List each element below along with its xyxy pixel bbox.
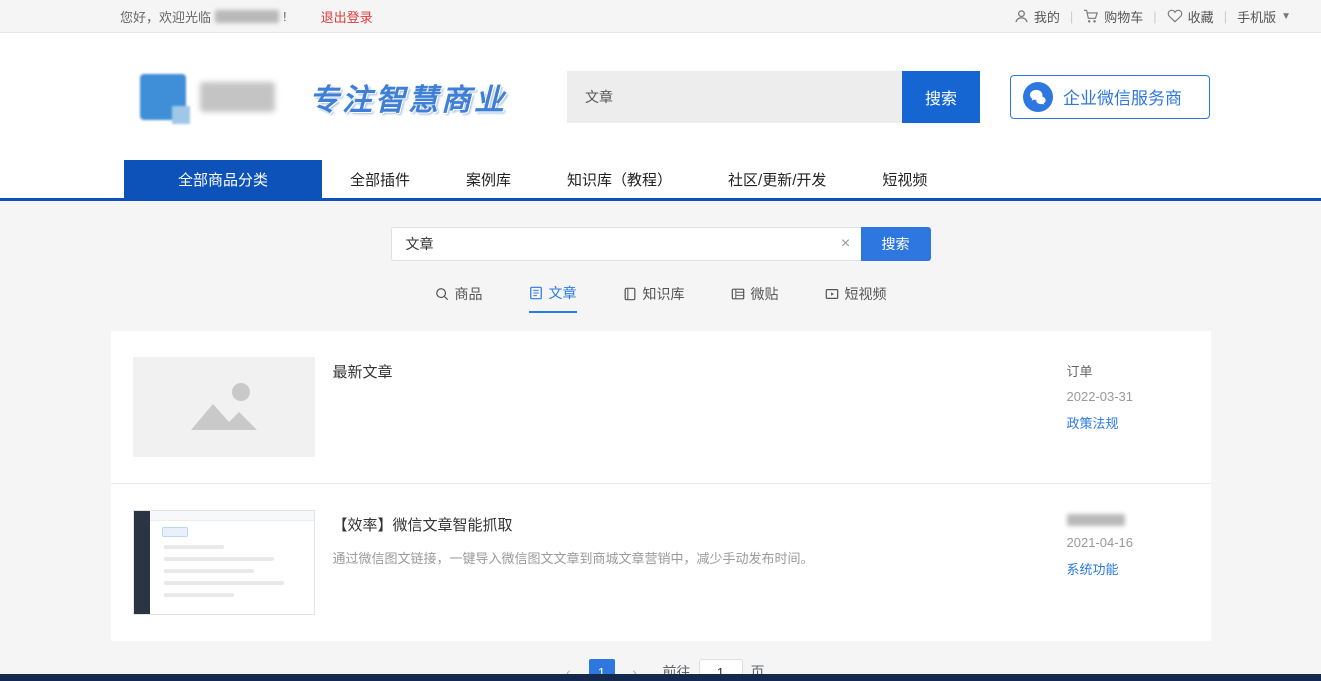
result-category-link[interactable]: 系统功能 <box>1067 559 1187 578</box>
greeting-text: 您好，欢迎光临 <box>120 7 211 26</box>
search-input[interactable] <box>392 236 831 252</box>
mobile-version-link[interactable]: 手机版 ▼ <box>1237 7 1291 26</box>
tab-knowledge[interactable]: 知识库 <box>623 283 685 313</box>
placeholder-image-icon <box>133 357 315 457</box>
logout-link[interactable]: 退出登录 <box>321 7 373 26</box>
nav-item-community[interactable]: 社区/更新/开发 <box>700 160 854 198</box>
cart-link[interactable]: 购物车 <box>1083 7 1143 26</box>
result-thumbnail <box>133 510 315 615</box>
thumb-line <box>164 569 254 573</box>
logo-text-blurred <box>200 82 275 112</box>
results-card: 最新文章 订单 2022-03-31 政策法规 【效率】微 <box>111 331 1211 641</box>
logo[interactable] <box>140 74 275 120</box>
result-category-link[interactable]: 政策法规 <box>1067 413 1187 432</box>
result-meta: 订单 2022-03-31 政策法规 <box>1067 357 1187 457</box>
result-date: 2021-04-16 <box>1067 535 1187 550</box>
nav-item-video[interactable]: 短视频 <box>854 160 955 198</box>
nav-item-cases[interactable]: 案例库 <box>438 160 539 198</box>
my-account-label: 我的 <box>1034 7 1060 26</box>
wechat-service-label: 企业微信服务商 <box>1063 84 1182 109</box>
mobile-version-label: 手机版 <box>1237 7 1276 26</box>
tab-articles-label: 文章 <box>549 283 577 303</box>
cart-icon <box>1083 9 1099 24</box>
article-icon <box>529 286 543 300</box>
nav-item-knowledge[interactable]: 知识库（教程） <box>539 160 700 198</box>
logo-mark-blurred <box>140 74 186 120</box>
result-title[interactable]: 【效率】微信文章智能抓取 <box>333 514 1047 535</box>
thumb-sidebar <box>134 511 150 614</box>
greeting-suffix: ! <box>283 9 287 24</box>
nav-item-plugins[interactable]: 全部插件 <box>322 160 438 198</box>
topbar-links: 我的 | 购物车 | 收藏 | 手机版 ▼ <box>1014 7 1291 26</box>
thumb-line <box>164 593 234 597</box>
clear-icon[interactable]: × <box>831 235 861 253</box>
main-nav: 全部商品分类 全部插件 案例库 知识库（教程） 社区/更新/开发 短视频 <box>0 160 1321 201</box>
site-header: 专注智慧商业 搜索 企业微信服务商 <box>0 33 1321 160</box>
user-icon <box>1014 9 1029 24</box>
cart-label: 购物车 <box>1104 7 1143 26</box>
tab-goods[interactable]: 商品 <box>435 283 483 313</box>
result-row[interactable]: 【效率】微信文章智能抓取 通过微信图文链接，一键导入微信图文文章到商城文章营销中… <box>111 483 1211 641</box>
result-meta-blurred <box>1067 514 1125 526</box>
result-meta-label: 订单 <box>1067 361 1187 380</box>
thumb-line <box>164 545 224 549</box>
thumb-line <box>164 557 274 561</box>
username-blurred <box>215 10 279 23</box>
grid-icon <box>731 287 745 301</box>
nav-item-all-categories[interactable]: 全部商品分类 <box>124 160 322 198</box>
tab-goods-label: 商品 <box>455 284 483 304</box>
chevron-down-icon: ▼ <box>1281 11 1291 22</box>
header-search: 搜索 <box>567 71 980 123</box>
separator: | <box>1153 9 1156 24</box>
separator: | <box>1070 9 1073 24</box>
heart-icon <box>1167 9 1183 23</box>
favorites-link[interactable]: 收藏 <box>1167 7 1214 26</box>
tab-posts[interactable]: 微贴 <box>731 283 779 313</box>
my-account-link[interactable]: 我的 <box>1014 7 1060 26</box>
result-tabs: 商品 文章 知识库 微贴 短视频 <box>0 283 1321 313</box>
result-meta: 2021-04-16 系统功能 <box>1067 510 1187 615</box>
result-title[interactable]: 最新文章 <box>333 361 1047 382</box>
tab-knowledge-label: 知识库 <box>643 284 685 304</box>
thumb-chip <box>162 527 188 537</box>
result-row[interactable]: 最新文章 订单 2022-03-31 政策法规 <box>111 331 1211 483</box>
search-input-wrap: × <box>391 227 861 261</box>
tab-posts-label: 微贴 <box>751 284 779 304</box>
header-search-button[interactable]: 搜索 <box>902 71 980 123</box>
result-date: 2022-03-31 <box>1067 389 1187 404</box>
thumb-line <box>164 581 284 585</box>
tab-articles[interactable]: 文章 <box>529 283 577 313</box>
search-section: × 搜索 <box>0 227 1321 261</box>
separator: | <box>1224 9 1227 24</box>
tab-video[interactable]: 短视频 <box>825 283 887 313</box>
search-icon <box>435 287 449 301</box>
footer-strip <box>0 674 1321 681</box>
greeting: 您好，欢迎光临 ! <box>120 7 287 26</box>
wechat-service-button[interactable]: 企业微信服务商 <box>1010 75 1210 119</box>
wechat-icon <box>1023 82 1053 112</box>
header-search-input[interactable] <box>567 71 902 123</box>
tab-video-label: 短视频 <box>845 284 887 304</box>
slogan-text: 专注智慧商业 <box>309 75 507 119</box>
content-area: × 搜索 商品 文章 知识库 微贴 <box>0 201 1321 675</box>
favorites-label: 收藏 <box>1188 7 1214 26</box>
search-button[interactable]: 搜索 <box>861 227 931 261</box>
result-description: 通过微信图文链接，一键导入微信图文文章到商城文章营销中，减少手动发布时间。 <box>333 549 1047 569</box>
video-icon <box>825 287 839 301</box>
topbar: 您好，欢迎光临 ! 退出登录 我的 | 购物车 | 收藏 | 手机版 ▼ <box>0 0 1321 33</box>
book-icon <box>623 287 637 301</box>
thumb-topbar <box>150 511 314 521</box>
